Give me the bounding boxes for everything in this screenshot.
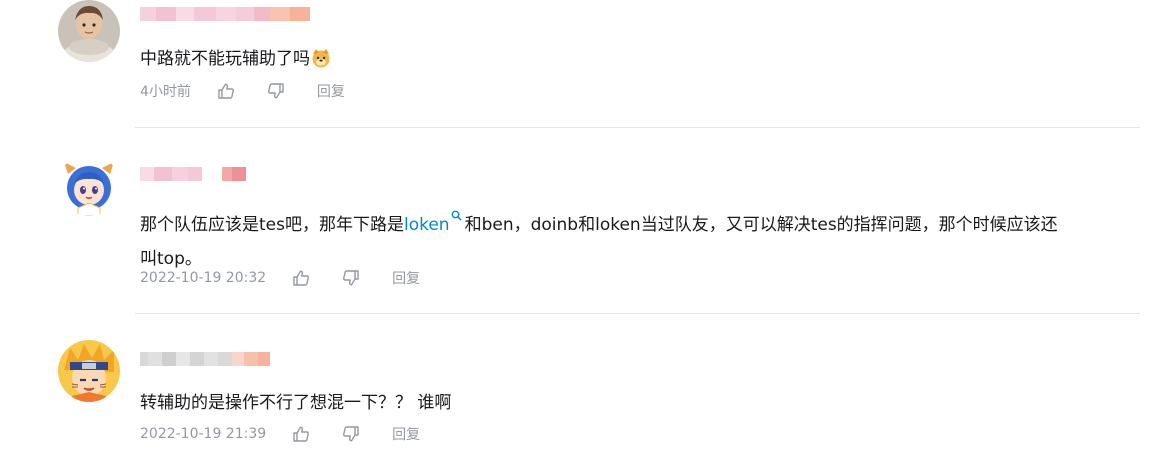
comment-time: 4小时前 (140, 84, 191, 100)
dislike-button[interactable] (342, 269, 360, 287)
comment-time: 2022-10-19 20:32 (140, 270, 267, 286)
divider (135, 127, 1140, 128)
username-blurred[interactable] (140, 352, 270, 366)
like-button[interactable] (292, 425, 310, 443)
comment-text: 中路就不能玩辅助了吗 (140, 42, 1140, 80)
divider (135, 313, 1140, 314)
thumbs-up-icon (293, 426, 310, 442)
search-icon (451, 199, 462, 233)
comment-text-part2: 和ben，doinb和loken当过队友，又可以解决tes的指挥问题，那个时候应… (464, 215, 1058, 235)
comment-text: 那个队伍应该是tes吧，那年下路是loken 和ben，doinb和loken当过… (140, 199, 1140, 276)
comment-text-part1: 那个队伍应该是tes吧，那年下路是 (140, 215, 404, 235)
avatar[interactable] (58, 0, 120, 62)
thumbs-up-icon (293, 270, 310, 286)
comment-meta: 2022-10-19 20:32 回复 (140, 266, 420, 290)
search-link[interactable]: loken (404, 215, 450, 235)
thumbs-down-icon (343, 270, 359, 286)
comment-meta: 2022-10-19 21:39 回复 (140, 422, 420, 446)
like-button[interactable] (292, 269, 310, 287)
comment-text-body: 转辅助的是操作不行了想混一下？？ 谁啊 (140, 393, 452, 413)
thumbs-down-icon (267, 83, 284, 99)
thumbs-up-icon (218, 83, 234, 99)
avatar[interactable] (58, 154, 120, 216)
reply-button[interactable]: 回复 (392, 424, 420, 444)
reply-button[interactable]: 回复 (392, 268, 420, 288)
comment-text-body: 中路就不能玩辅助了吗 (140, 49, 310, 69)
like-button[interactable] (217, 82, 235, 100)
comment-meta: 4小时前 回复 (140, 79, 345, 103)
dislike-button[interactable] (267, 82, 285, 100)
doge-emoji-icon (311, 46, 331, 80)
comment-text: 转辅助的是操作不行了想混一下？？ 谁啊 (140, 386, 1140, 420)
username-blurred[interactable] (140, 167, 246, 181)
reply-button[interactable]: 回复 (317, 81, 345, 101)
avatar[interactable] (58, 340, 120, 402)
comment-time: 2022-10-19 21:39 (140, 426, 267, 442)
thumbs-down-icon (343, 426, 359, 442)
dislike-button[interactable] (342, 425, 360, 443)
username-blurred[interactable] (140, 7, 310, 21)
